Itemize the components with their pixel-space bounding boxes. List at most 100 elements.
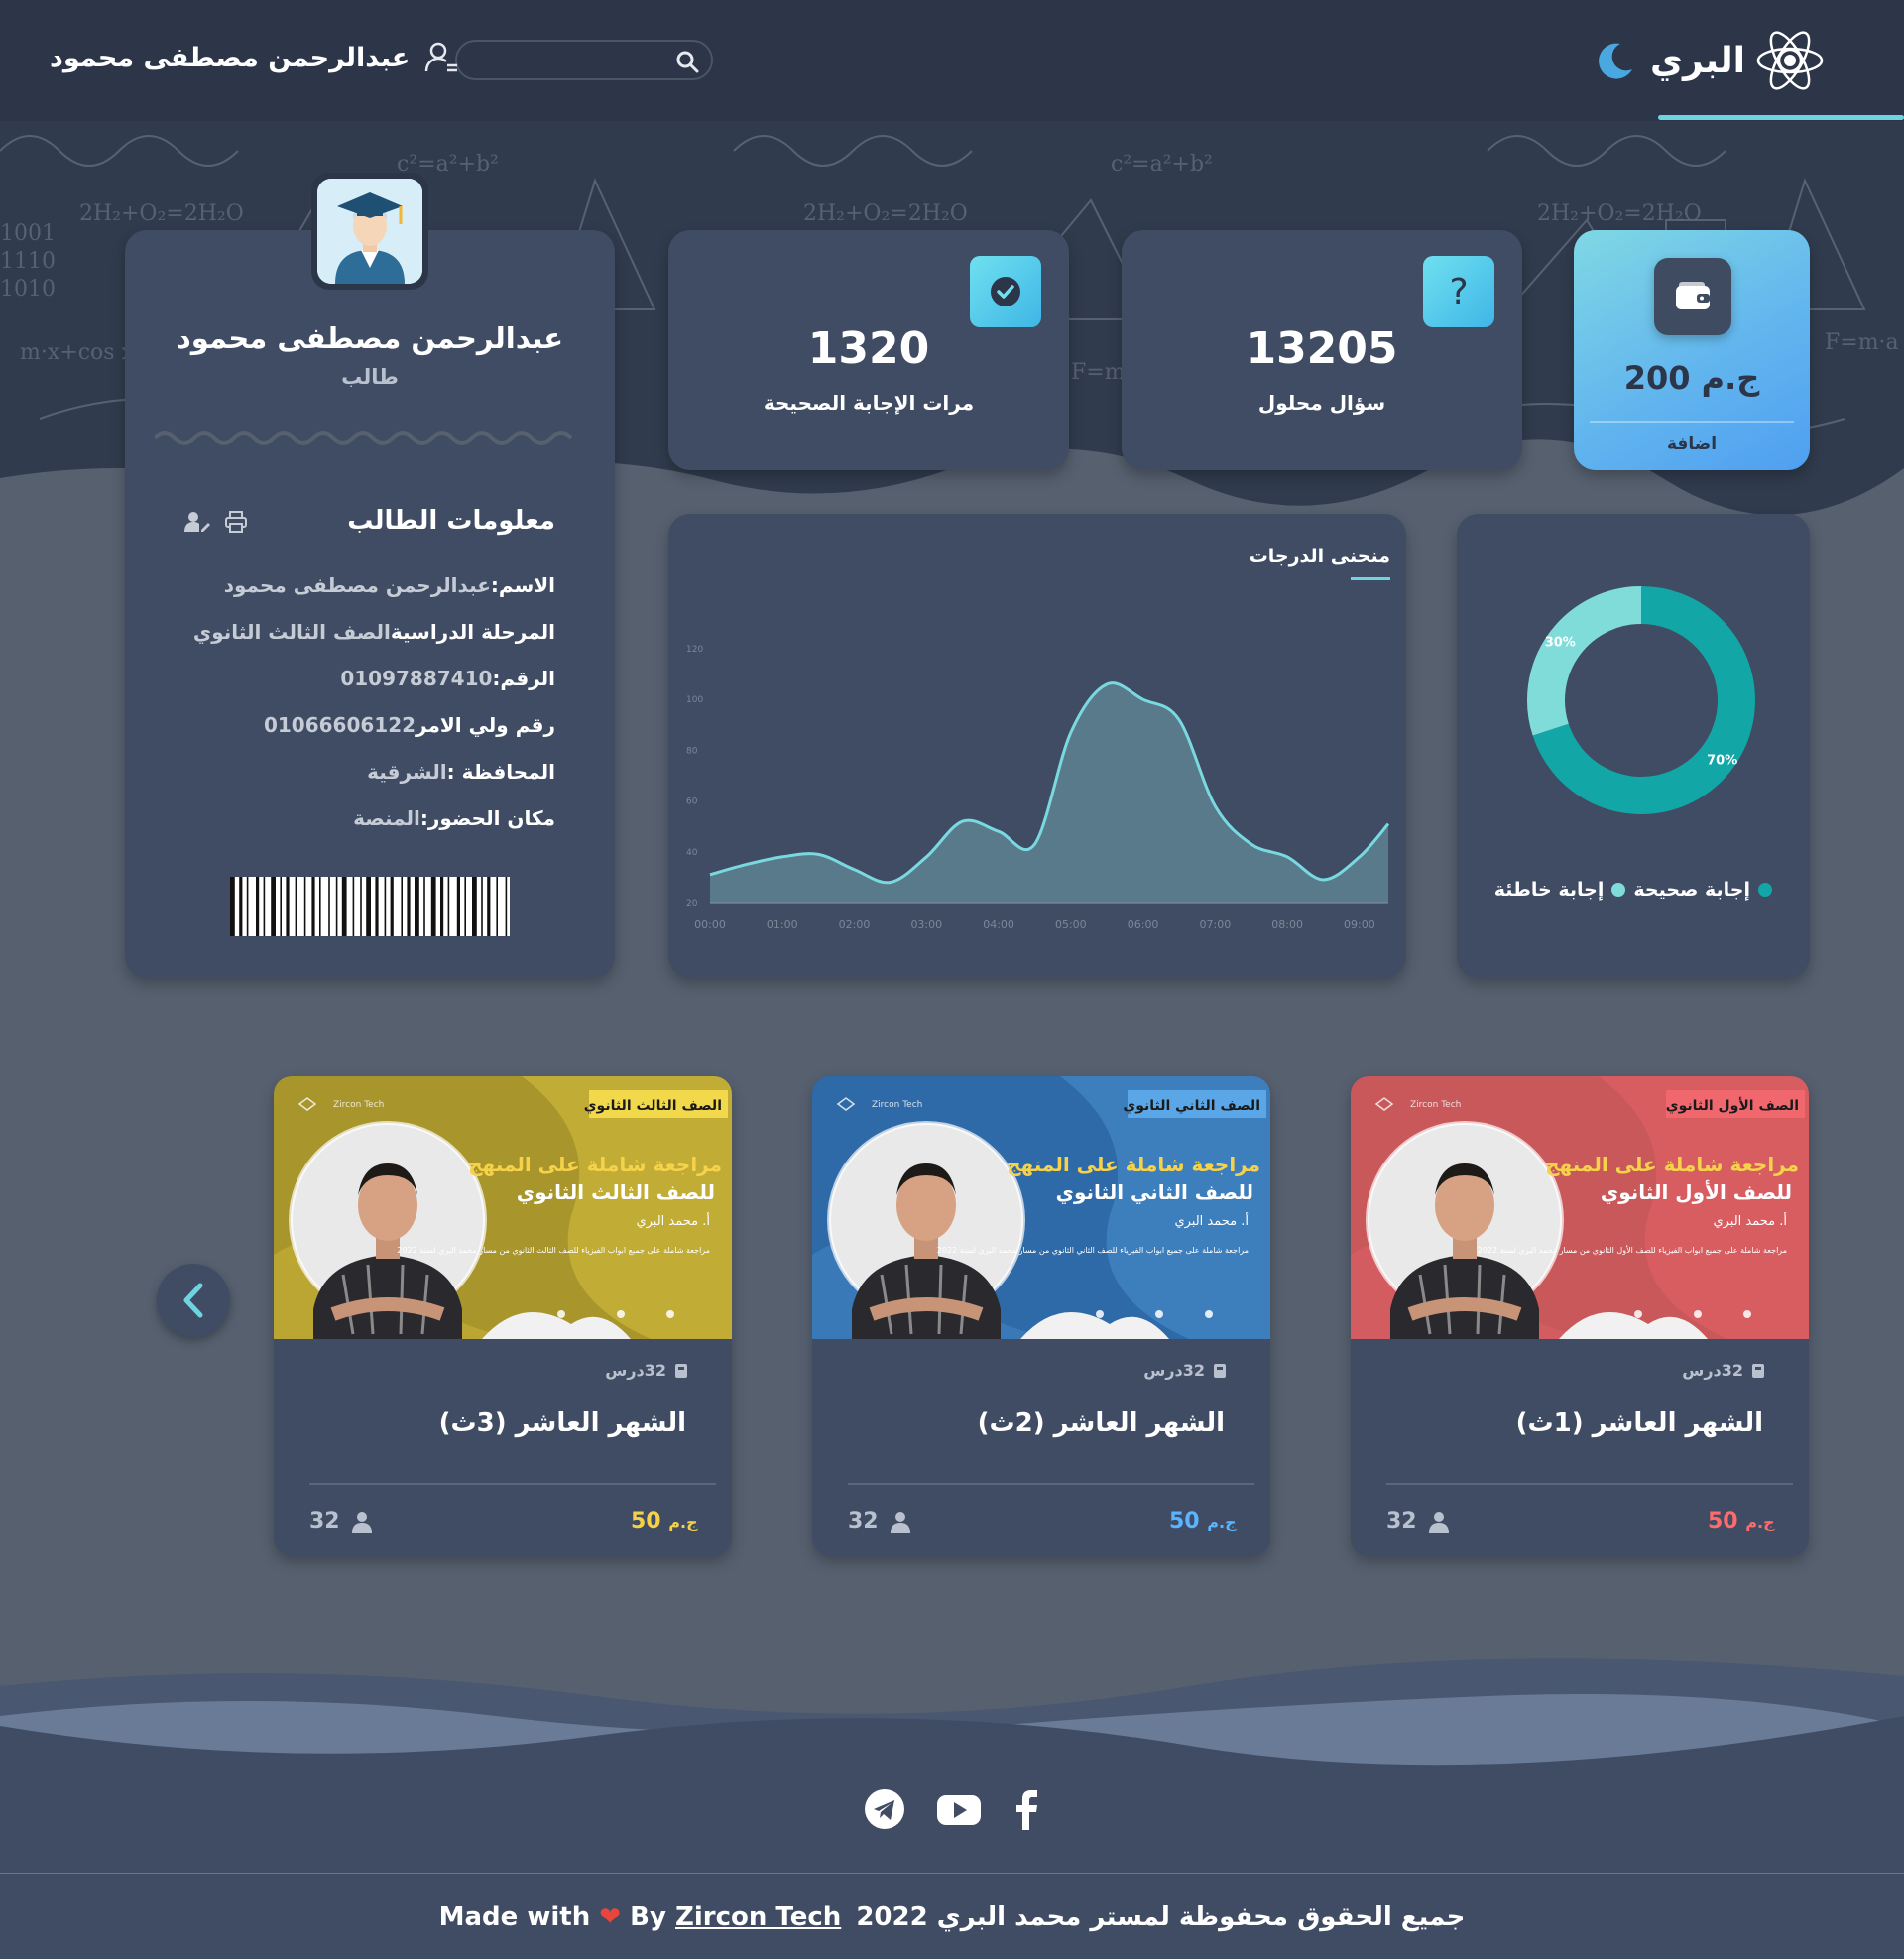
y-tick-label: 20 [686, 899, 698, 909]
question-badge: ? [1423, 256, 1494, 327]
barcode-bar [375, 877, 379, 936]
info-actions [184, 510, 248, 534]
telegram-icon[interactable] [863, 1787, 906, 1831]
info-row-name: الاسم:عبدالرحمن مصطفى محمود [223, 573, 555, 597]
course-title[interactable]: الشهر العاشر (2ث) [978, 1408, 1225, 1438]
answers-donut-card: 70% 30% إجابة صحيحة إجابة خاطئة [1457, 514, 1810, 978]
info-row-phone: الرقم:01097887410 [340, 667, 555, 690]
book-icon [1214, 1363, 1226, 1378]
course-blurb: مراجعة شاملة على جميع ابواب الفيزياء للص… [1478, 1245, 1787, 1255]
course-students: 32 [309, 1509, 374, 1533]
barcode-bar [352, 877, 355, 936]
correct-answers-label: مرات الإجابة الصحيحة [763, 391, 975, 415]
search-input[interactable] [455, 40, 713, 80]
y-tick-label: 60 [686, 797, 698, 807]
avatar [311, 173, 428, 290]
top-navbar: البري عبدالرحمن مصطفى محمود [0, 0, 1904, 121]
wallet-card[interactable]: 200 ج.م اضافة [1574, 230, 1810, 470]
heart-icon: ❤ [599, 1902, 622, 1932]
carousel-prev-button[interactable] [157, 1264, 230, 1337]
by-text: By [630, 1902, 666, 1932]
barcode-bar [239, 877, 243, 936]
graduate-avatar-icon [317, 179, 422, 284]
student-info-title: معلومات الطالب [347, 506, 555, 536]
print-icon[interactable] [224, 510, 248, 534]
course-title[interactable]: الشهر العاشر (1ث) [1516, 1408, 1763, 1438]
barcode-bar [415, 877, 419, 936]
facebook-icon[interactable] [1012, 1787, 1041, 1831]
course-title[interactable]: الشهر العاشر (3ث) [439, 1408, 686, 1438]
correct-answers-card: 1320 مرات الإجابة الصحيحة [668, 230, 1069, 470]
x-tick-label: 07:00 [1200, 918, 1232, 931]
wallet-amount: 200 ج.م [1623, 359, 1760, 397]
brand-logo[interactable]: البري [1650, 26, 1825, 95]
barcode-bar [271, 877, 276, 936]
course-teacher: أ. محمد البري [636, 1212, 710, 1229]
brand-name: البري [1650, 40, 1745, 81]
course-card[interactable]: الصف الثاني الثانوي Zircon Tech مراجعة ش… [812, 1076, 1270, 1556]
info-row-guardian-phone: رقم ولي الامر01066606122 [263, 713, 555, 737]
svg-text:1010: 1010 [0, 277, 56, 302]
answers-donut-chart: 70% 30% [1527, 586, 1755, 814]
course-headline: مراجعة شاملة على المنهج [1007, 1153, 1260, 1176]
user-name: عبدالرحمن مصطفى محمود [50, 42, 411, 73]
youtube-icon[interactable] [936, 1787, 982, 1831]
course-thumbnail[interactable]: الصف الأول الثانوي Zircon Tech مراجعة شا… [1351, 1076, 1809, 1339]
barcode-bar [256, 877, 260, 936]
svg-text:m·x+cos x: m·x+cos x [20, 340, 135, 365]
user-menu[interactable]: عبدالرحمن مصطفى محمود [50, 40, 459, 75]
edit-user-icon[interactable] [184, 510, 210, 534]
check-circle-icon [991, 277, 1020, 306]
barcode-bar [303, 877, 306, 936]
course-lessons: 32درس [1682, 1361, 1765, 1380]
zircon-logo-text: Zircon Tech [1410, 1100, 1461, 1110]
wallet-divider [1590, 421, 1794, 423]
made-with-text: Made with [438, 1902, 591, 1932]
barcode-bar [263, 877, 266, 936]
svg-text:2H₂+O₂=2H₂O: 2H₂+O₂=2H₂O [803, 201, 968, 226]
wavy-divider [155, 431, 573, 445]
barcode-bar [481, 877, 483, 936]
course-blurb: مراجعة شاملة على جميع ابواب الفيزياء للص… [937, 1246, 1249, 1255]
barcode-bar [390, 877, 394, 936]
search-icon[interactable] [675, 50, 699, 73]
legend-correct: إجابة صحيحة [1633, 879, 1750, 901]
barcode-bar [295, 877, 298, 936]
chevron-left-icon [183, 1283, 203, 1318]
solved-questions-card: ? 13205 سؤال محلول [1122, 230, 1522, 470]
company-link[interactable]: Zircon Tech [675, 1902, 841, 1932]
grades-area-chart: 20 40 60 80 100 120 00:00 01:00 02:00 03:00 04:00 0… [686, 645, 1390, 931]
correct-badge [970, 256, 1041, 327]
solved-questions-label: سؤال محلول [1257, 391, 1386, 415]
wallet-add-button[interactable]: اضافة [1574, 434, 1810, 454]
course-grade-line: للصف الثالث الثانوي [517, 1180, 715, 1205]
correct-answers-count: 1320 [807, 323, 930, 374]
barcode-bar [464, 877, 466, 936]
user-icon [351, 1511, 372, 1533]
course-divider [1386, 1483, 1793, 1485]
info-row-stage: المرحلة الدراسيةالصف الثالث الثانوي [192, 620, 555, 644]
moon-icon[interactable] [1595, 40, 1636, 81]
legend-dot-wrong [1611, 883, 1626, 897]
course-divider [848, 1483, 1254, 1485]
course-card[interactable]: الصف الأول الثانوي Zircon Tech مراجعة شا… [1351, 1076, 1809, 1556]
course-teacher: أ. محمد البري [1713, 1212, 1787, 1229]
course-divider [309, 1483, 716, 1485]
course-thumbnail[interactable]: الصف الثاني الثانوي Zircon Tech مراجعة ش… [812, 1076, 1270, 1339]
x-tick-label: 09:00 [1344, 918, 1375, 931]
svg-text:?: ? [1449, 272, 1468, 311]
profile-name: عبدالرحمن مصطفى محمود [176, 321, 564, 355]
barcode [230, 877, 510, 936]
course-teacher: أ. محمد البري [1174, 1212, 1249, 1229]
course-blurb: مراجعة شاملة على جميع ابواب الفيزياء للص… [397, 1246, 710, 1255]
wallet-icon [1676, 282, 1710, 309]
donut-value-label: 70% [1707, 753, 1737, 768]
barcode-bar [456, 877, 460, 936]
course-card[interactable]: الصف الثالث الثانوي Zircon Tech مراجعة ش… [274, 1076, 732, 1556]
footer-divider [0, 1873, 1904, 1874]
course-thumbnail[interactable]: الصف الثالث الثانوي Zircon Tech مراجعة ش… [274, 1076, 732, 1339]
barcode-bar [319, 877, 321, 936]
svg-text:1110: 1110 [0, 249, 56, 274]
y-tick-label: 80 [686, 746, 698, 756]
barcode-bar [335, 877, 338, 936]
